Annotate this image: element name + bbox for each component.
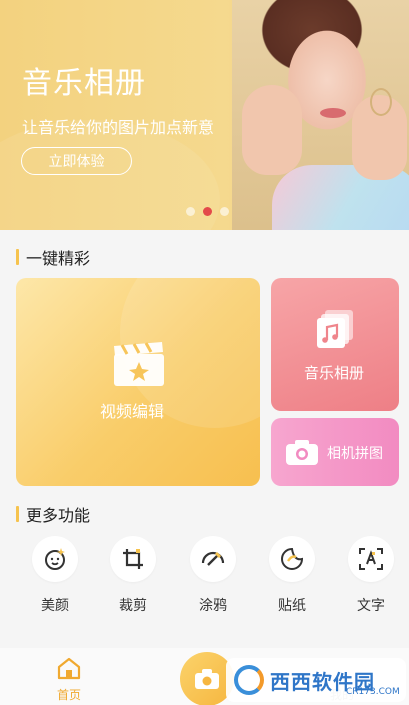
video-edit-card[interactable]: 视频编辑 xyxy=(16,278,260,486)
tool-text[interactable]: 文字 xyxy=(341,536,401,615)
carousel-indicator xyxy=(186,207,229,216)
watermark-domain: CR173.COM xyxy=(346,687,400,697)
clapperboard-icon xyxy=(114,342,164,386)
doodle-icon xyxy=(201,551,225,566)
camera-icon xyxy=(195,669,219,689)
tool-label: 贴纸 xyxy=(278,598,306,614)
section-accent-bar xyxy=(16,249,19,265)
camera-collage-card[interactable]: 相机拼图 xyxy=(271,418,399,486)
banner-title: 音乐相册 xyxy=(22,66,146,101)
face-icon xyxy=(45,548,65,570)
tool-list: 美颜 裁剪 涂鸦 贴纸 文字 xyxy=(0,536,409,626)
featured-section-title: 一键精彩 xyxy=(26,249,91,268)
crop-icon xyxy=(123,549,143,569)
tool-label: 文字 xyxy=(357,598,385,614)
banner-subtitle: 让音乐给你的图片加点新意 xyxy=(22,118,215,137)
banner[interactable]: 音乐相册 让音乐给你的图片加点新意 立即体验 xyxy=(0,0,409,230)
banner-photo-hand-left xyxy=(242,85,302,175)
carousel-dot[interactable] xyxy=(186,207,195,216)
tool-icon-wrap xyxy=(348,536,394,582)
try-now-button[interactable]: 立即体验 xyxy=(21,147,132,175)
more-section-title: 更多功能 xyxy=(26,506,91,525)
section-accent-bar xyxy=(16,506,19,522)
tool-label: 涂鸦 xyxy=(199,598,227,614)
tool-label: 美颜 xyxy=(41,598,69,614)
camera-collage-label: 相机拼图 xyxy=(327,446,383,462)
sticker-icon xyxy=(281,547,304,570)
featured-section-header: 一键精彩 xyxy=(16,245,90,269)
watermark-logo: 西西软件园 CR173.COM xyxy=(226,658,406,702)
tool-icon-wrap xyxy=(269,536,315,582)
tool-crop[interactable]: 裁剪 xyxy=(103,536,163,615)
tool-doodle[interactable]: 涂鸦 xyxy=(183,536,243,615)
music-album-label: 音乐相册 xyxy=(304,364,365,382)
banner-photo xyxy=(232,0,409,230)
video-edit-label: 视频编辑 xyxy=(100,402,165,421)
tool-label: 裁剪 xyxy=(119,598,147,614)
music-album-icon xyxy=(317,310,353,348)
nav-home-label: 首页 xyxy=(56,688,81,702)
tool-icon-wrap xyxy=(32,536,78,582)
music-album-card[interactable]: 音乐相册 xyxy=(271,278,399,411)
banner-photo-earring xyxy=(370,88,392,116)
tool-beauty[interactable]: 美颜 xyxy=(25,536,85,615)
tool-icon-wrap xyxy=(110,536,156,582)
camera-icon xyxy=(286,440,318,465)
carousel-dot-active[interactable] xyxy=(203,207,212,216)
watermark-icon xyxy=(234,665,264,695)
tool-icon-wrap xyxy=(190,536,236,582)
tool-sticker[interactable]: 贴纸 xyxy=(262,536,322,615)
home-icon xyxy=(57,657,81,680)
more-section-header: 更多功能 xyxy=(16,502,90,526)
text-icon xyxy=(359,548,383,570)
nav-home[interactable]: 首页 xyxy=(50,656,88,703)
carousel-dot[interactable] xyxy=(220,207,229,216)
banner-photo-lips xyxy=(320,108,346,118)
